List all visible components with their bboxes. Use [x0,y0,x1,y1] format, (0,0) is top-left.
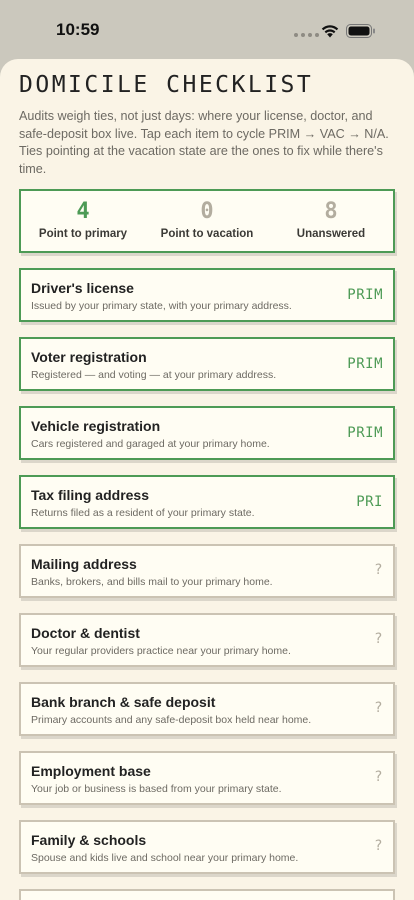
item-description: Returns filed as a resident of your prim… [31,507,255,519]
item-status-toggle[interactable]: PRIM [347,287,383,303]
page-title: DOMICILE CHECKLIST [19,72,314,98]
signal-dots-icon [294,33,319,37]
item-title: Voter registration [31,349,147,365]
item-status-toggle[interactable]: ? [374,562,383,578]
checklist-item-vehicle-registration[interactable]: Vehicle registration Cars registered and… [19,406,395,460]
item-title: Mailing address [31,556,137,572]
checklist-item-partial[interactable] [19,889,395,900]
item-description: Cars registered and garaged at your prim… [31,438,270,450]
stat-vacation-label: Point to vacation [160,228,254,240]
item-title: Driver's license [31,280,134,296]
checklist-item-doctor-dentist[interactable]: Doctor & dentist Your regular providers … [19,613,395,667]
intro-text: Audits weigh ties, not just days: where … [19,109,389,177]
item-description: Your job or business is based from your … [31,783,282,795]
item-title: Vehicle registration [31,418,161,434]
stat-vacation-value: 0 [200,199,214,224]
stat-primary-value: 4 [76,199,90,224]
stat-primary: 4 Point to primary [21,191,145,251]
stat-unanswered-label: Unanswered [296,228,366,240]
stat-vacation: 0 Point to vacation [145,191,269,251]
item-status-toggle[interactable]: PRIM [347,356,383,372]
status-bar: 10:59 [0,0,414,60]
battery-icon [346,24,375,38]
item-description: Your regular providers practice near you… [31,645,291,657]
item-title: Tax filing address [31,487,149,503]
checklist-item-drivers-license[interactable]: Driver's license Issued by your primary … [19,268,395,322]
stat-unanswered-value: 8 [324,199,338,224]
item-title: Family & schools [31,832,147,848]
item-description: Issued by your primary state, with your … [31,300,292,312]
item-description: Banks, brokers, and bills mail to your p… [31,576,273,588]
item-title: Doctor & dentist [31,625,140,641]
item-status-toggle[interactable]: ? [374,631,383,647]
checklist-item-employment-base[interactable]: Employment base Your job or business is … [19,751,395,805]
item-status-toggle[interactable]: ? [374,838,383,854]
item-status-toggle[interactable]: PRIM [347,425,383,441]
item-description: Primary accounts and any safe-deposit bo… [31,714,312,726]
item-status-toggle[interactable]: ? [374,769,383,785]
item-status-toggle[interactable]: PRI [356,494,383,510]
summary-panel: 4 Point to primary 0 Point to vacation 8… [19,189,395,253]
item-description: Spouse and kids live and school near you… [31,852,299,864]
checklist-item-mailing-address[interactable]: Mailing address Banks, brokers, and bill… [19,544,395,598]
checklist-item-tax-filing-address[interactable]: Tax filing address Returns filed as a re… [19,475,395,529]
item-description: Registered — and voting — at your primar… [31,369,277,381]
status-time: 10:59 [56,20,100,39]
item-title: Employment base [31,763,151,779]
checklist-item-bank-safe-deposit[interactable]: Bank branch & safe deposit Primary accou… [19,682,395,736]
wifi-icon [321,25,339,38]
stat-unanswered: 8 Unanswered [269,191,393,251]
item-status-toggle[interactable]: ? [374,700,383,716]
checklist-item-voter-registration[interactable]: Voter registration Registered — and voti… [19,337,395,391]
item-title: Bank branch & safe deposit [31,694,216,710]
stat-primary-label: Point to primary [38,228,128,240]
checklist-item-family-schools[interactable]: Family & schools Spouse and kids live an… [19,820,395,874]
